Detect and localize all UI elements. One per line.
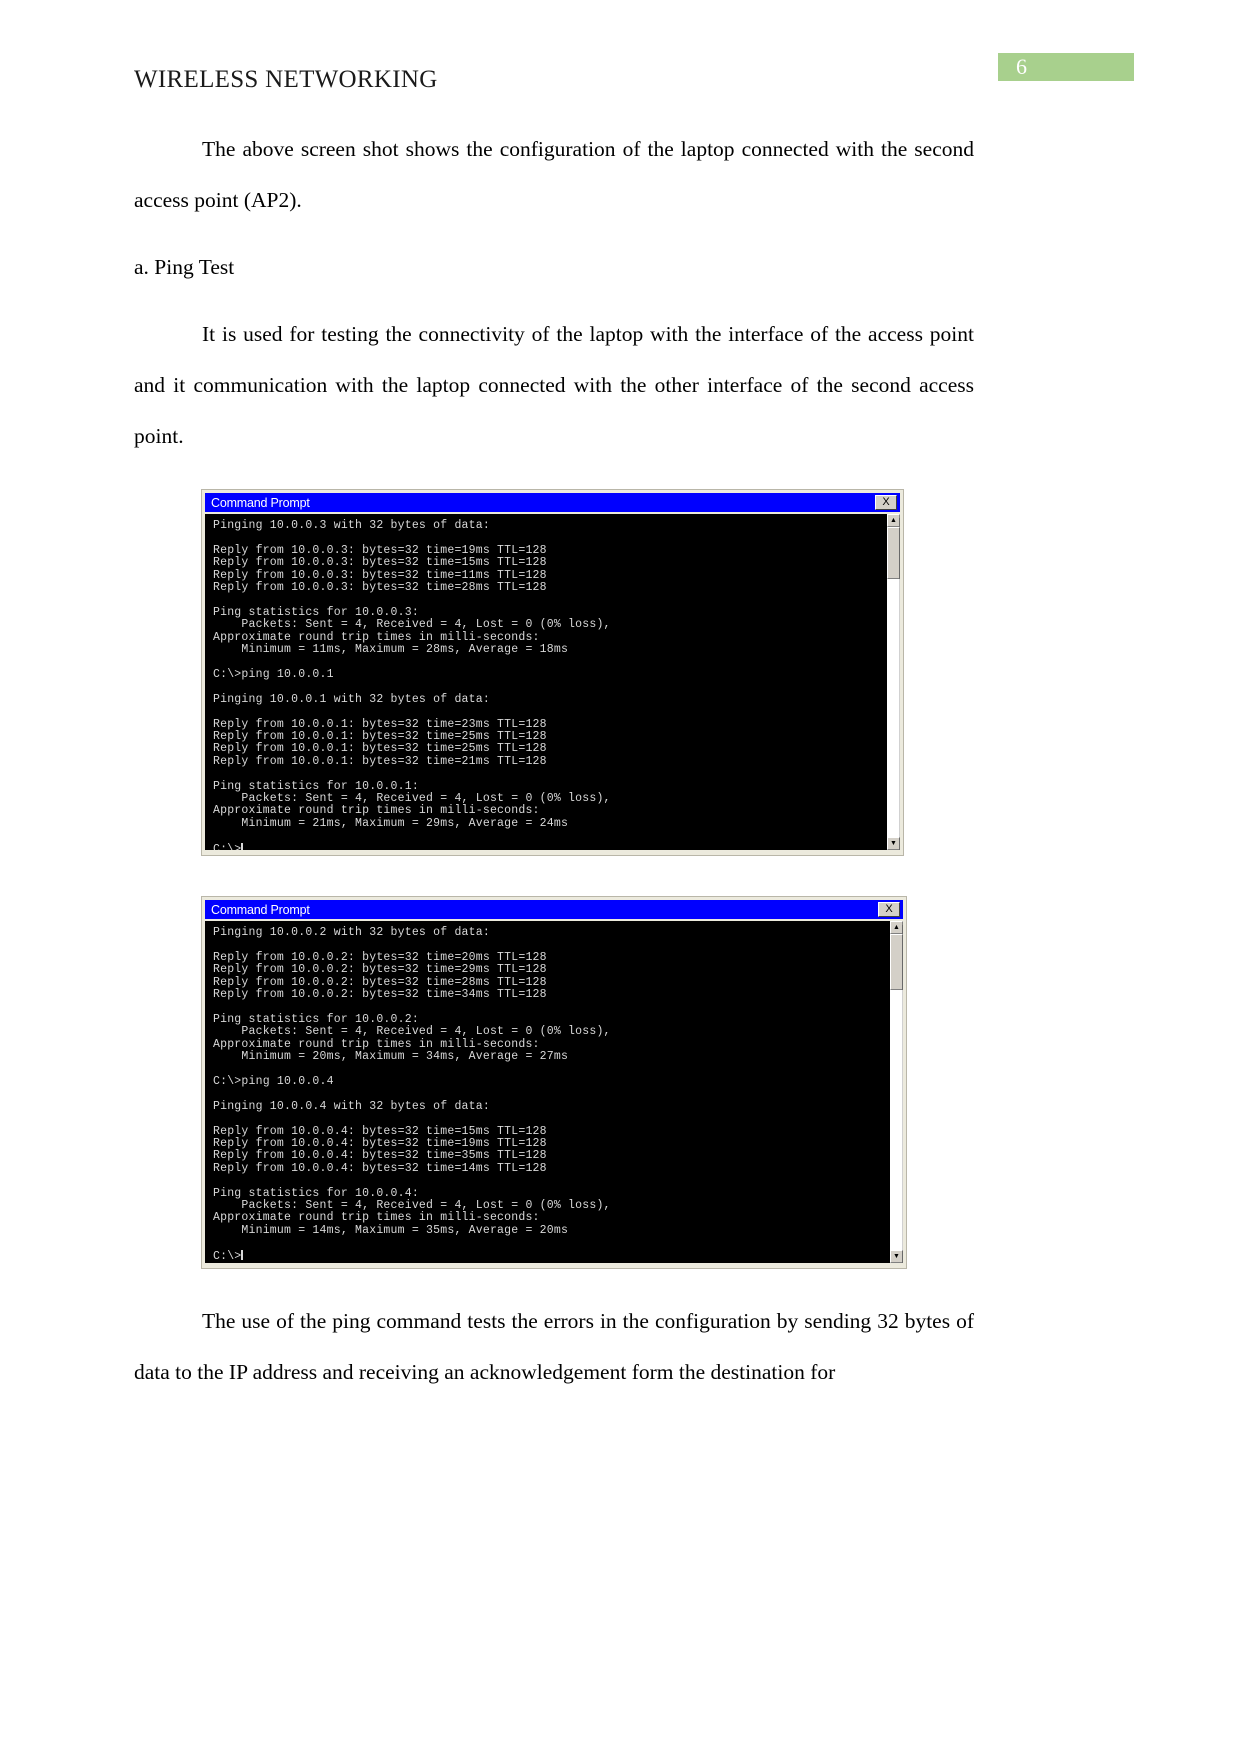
heading-ping-test: a. Ping Test: [134, 255, 235, 279]
console-line: Pinging 10.0.0.1 with 32 bytes of data:: [213, 692, 490, 706]
document-page: WIRELESS NETWORKING 6 The above screen s…: [0, 0, 1241, 1754]
paragraph-ping-description: It is used for testing the connectivity …: [134, 322, 974, 448]
command-prompt-window-1[interactable]: Command Prompt X Pinging 10.0.0.3 with 3…: [201, 489, 904, 856]
page-number-badge: 6: [998, 53, 1134, 81]
paragraph-intro: The above screen shot shows the configur…: [134, 137, 974, 212]
paragraph-ping-command: The use of the ping command tests the er…: [134, 1309, 974, 1384]
console-line: Minimum = 14ms, Maximum = 35ms, Average …: [213, 1223, 569, 1237]
console-output-2: Pinging 10.0.0.2 with 32 bytes of data: …: [205, 921, 889, 1263]
console-line: Reply from 10.0.0.3: bytes=32 time=15ms …: [213, 556, 547, 570]
console-body: Pinging 10.0.0.3 with 32 bytes of data: …: [205, 514, 900, 850]
window-shadow: [899, 518, 900, 850]
console-line: Minimum = 11ms, Maximum = 28ms, Average …: [213, 643, 569, 657]
console-line: C:\>ping 10.0.0.4: [213, 1074, 334, 1088]
page-title: WIRELESS NETWORKING: [134, 66, 438, 93]
console-line: Packets: Sent = 4, Received = 4, Lost = …: [213, 618, 611, 632]
console-line: Reply from 10.0.0.3: bytes=32 time=28ms …: [213, 581, 547, 595]
text-cursor: [241, 1249, 243, 1260]
window-titlebar[interactable]: Command Prompt X: [205, 493, 900, 512]
document-body-top: The above screen shot shows the configur…: [134, 124, 974, 462]
document-body-bottom: The use of the ping command tests the er…: [134, 1296, 974, 1398]
console-line: Minimum = 21ms, Maximum = 29ms, Average …: [213, 816, 569, 830]
console-line: Reply from 10.0.0.4: bytes=32 time=35ms …: [213, 1149, 547, 1163]
console-line: Reply from 10.0.0.1: bytes=32 time=21ms …: [213, 754, 547, 768]
console-line: Reply from 10.0.0.2: bytes=32 time=29ms …: [213, 963, 547, 977]
console-scrollbar-1[interactable]: ▲ ▼: [886, 514, 900, 850]
window-titlebar[interactable]: Command Prompt X: [205, 900, 903, 919]
console-line: Reply from 10.0.0.1: bytes=32 time=25ms …: [213, 742, 547, 756]
text-cursor: [241, 842, 243, 850]
window-shadow: [902, 925, 903, 1263]
console-body: Pinging 10.0.0.2 with 32 bytes of data: …: [205, 921, 903, 1263]
console-line: C:\>ping 10.0.0.1: [213, 667, 334, 681]
console-line: Pinging 10.0.0.2 with 32 bytes of data:: [213, 926, 490, 939]
console-line: Packets: Sent = 4, Received = 4, Lost = …: [213, 1025, 611, 1039]
console-line: Reply from 10.0.0.2: bytes=32 time=34ms …: [213, 988, 547, 1002]
console-line: Approximate round trip times in milli-se…: [213, 1211, 540, 1225]
console-line: Minimum = 20ms, Maximum = 34ms, Average …: [213, 1050, 569, 1064]
console-line: Reply from 10.0.0.4: bytes=32 time=14ms …: [213, 1161, 547, 1175]
window-title: Command Prompt: [211, 495, 310, 510]
console-output-1: Pinging 10.0.0.3 with 32 bytes of data: …: [205, 514, 886, 850]
console-line: Approximate round trip times in milli-se…: [213, 804, 540, 818]
close-icon[interactable]: X: [875, 495, 897, 510]
close-icon[interactable]: X: [878, 902, 900, 917]
document-header: WIRELESS NETWORKING 6: [134, 53, 1134, 104]
console-scrollbar-2[interactable]: ▲ ▼: [889, 921, 903, 1263]
window-title: Command Prompt: [211, 902, 310, 917]
command-prompt-window-2[interactable]: Command Prompt X Pinging 10.0.0.2 with 3…: [201, 896, 907, 1269]
console-line: C:\>: [213, 842, 886, 850]
console-line: Pinging 10.0.0.4 with 32 bytes of data:: [213, 1099, 490, 1113]
console-line: C:\>: [213, 1249, 243, 1263]
console-line: Pinging 10.0.0.3 with 32 bytes of data:: [213, 519, 490, 532]
